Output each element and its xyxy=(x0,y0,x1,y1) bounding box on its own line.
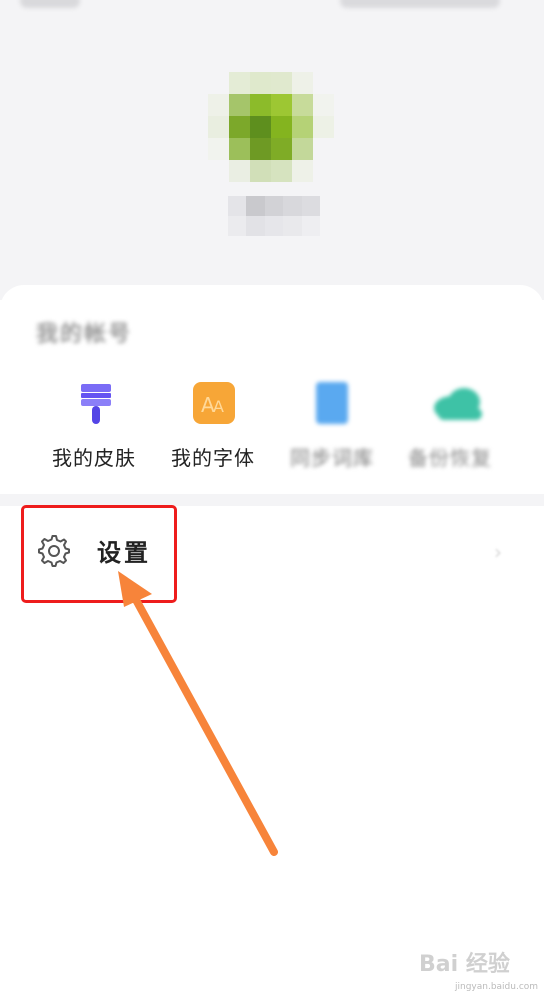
annotation-arrow xyxy=(118,571,278,856)
watermark-brand: Bai 经验 xyxy=(419,952,510,977)
watermark-url: jingyan.baidu.com xyxy=(455,982,539,992)
